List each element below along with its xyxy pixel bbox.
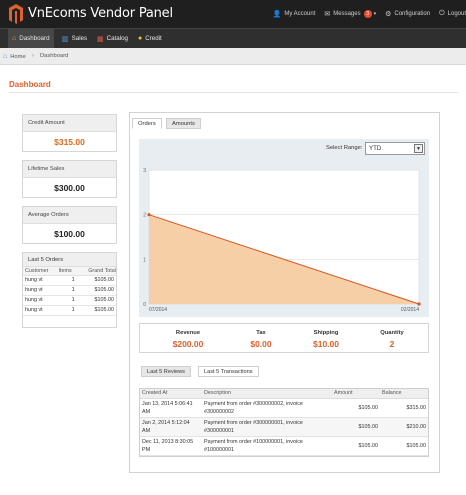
table-row[interactable]: Jan 13, 2014 5:06:41 AM Payment from orde… [140,398,428,418]
range-select[interactable]: YTD ▼ [365,142,425,155]
my-account-link[interactable]: 👤 My Account [273,10,316,18]
envelope-icon: ✉ [324,11,331,18]
summary-revenue: Revenue $200.00 [172,330,204,349]
breadcrumb-current: Dashboard [40,53,69,59]
tab-last-transactions[interactable]: Last 5 Transactions [198,366,259,377]
coin-icon: ● [138,35,143,42]
column-header: Created At [140,389,202,399]
bar-chart-icon: ▥ [62,35,69,43]
orders-chart-svg: 0 1 2 3 07/2014 02/2014 [143,168,421,313]
credit-amount-card: Credit Amount $315.00 [22,114,117,152]
magento-logo-icon [9,4,23,24]
nav-sales[interactable]: ▥ Sales [58,29,91,48]
select-range-label: Select Range: [326,145,363,151]
page-title: Dashboard [9,80,51,89]
summary-quantity: Quantity 2 [380,330,404,349]
data-point [147,213,151,217]
app-title: VnEcoms Vendor Panel [28,6,173,21]
y-tick-label: 1 [143,257,146,263]
messages-count-badge: 3 [363,10,372,18]
column-header: Balance [380,389,428,399]
x-tick-label: 07/2014 [149,307,167,313]
transactions-table: Created At Description Amount Balance Ja… [140,389,428,456]
last-orders-panel: Last 5 Orders Customer Items Grand Total… [22,252,117,328]
nav-catalog[interactable]: ▦ Catalog [93,29,132,48]
stat-value: $315.00 [54,137,85,147]
orders-chart: 0 1 2 3 07/2014 02/2014 [139,162,429,317]
chevron-down-icon: ▼ [414,144,423,153]
chevron-right-icon: › [32,53,34,59]
summary-shipping: Shipping $10.00 [313,330,339,349]
main-nav: ⌂ Dashboard ▥ Sales ▦ Catalog ● Credit [0,28,466,48]
table-row[interactable]: hung vt 1 $105.00 [23,285,116,296]
nav-dashboard[interactable]: ⌂ Dashboard [8,29,54,48]
stat-value: $100.00 [54,229,85,239]
y-tick-label: 3 [143,168,146,174]
top-links: 👤 My Account ✉ Messages 3 ▾ ⚙ Configurat… [264,10,466,18]
table-row[interactable]: hung vt 1 $105.00 [23,305,116,316]
table-row[interactable]: hung vt 1 $105.00 [23,275,116,286]
gear-icon: ⚙ [385,11,392,18]
column-header: Customer [23,267,57,276]
average-orders-card: Average Orders $100.00 [22,206,117,244]
messages-link[interactable]: ✉ Messages 3 ▾ [324,10,376,18]
chevron-down-icon: ▾ [373,11,377,17]
y-tick-label: 2 [143,213,146,219]
tab-orders[interactable]: Orders [132,118,162,129]
home-icon: ⌂ [3,53,8,60]
table-row[interactable]: Jan 2, 2014 5:12:04 AM Payment from order… [140,417,428,437]
column-header: Items [56,267,77,276]
y-tick-label: 0 [143,302,146,308]
stat-value: $300.00 [54,183,85,193]
breadcrumb: ⌂ Home › Dashboard [0,48,466,65]
stat-label: Credit Amount [23,115,116,132]
lifetime-sales-card: Lifetime Sales $300.00 [22,160,117,198]
top-header: VnEcoms Vendor Panel 👤 My Account ✉ Mess… [0,0,466,28]
table-row[interactable]: Dec 11, 2013 8:30:05 PM Payment from orde… [140,436,428,456]
logout-link[interactable]: ⏻ Logout [439,10,466,18]
data-point [417,302,421,306]
table-row[interactable]: hung vt 1 $105.00 [23,295,116,306]
column-header: Description [202,389,332,399]
power-icon: ⏻ [439,10,445,17]
summary-tax: Tax $0.00 [250,330,272,349]
stat-label: Average Orders [23,207,116,224]
x-tick-label: 02/2014 [401,307,419,313]
panel-title: Last 5 Orders [23,253,116,267]
nav-credit[interactable]: ● Credit [134,29,166,48]
grid-icon: ▦ [97,35,104,43]
transactions-panel: Created At Description Amount Balance Ja… [139,388,429,457]
stat-label: Lifetime Sales [23,161,116,178]
column-header: Amount [332,389,380,399]
user-icon: 👤 [272,11,282,18]
tab-amounts[interactable]: Amounts [166,118,201,129]
summary-box: Revenue $200.00 Tax $0.00 Shipping $10.0… [139,323,429,353]
last-orders-table: Customer Items Grand Total hung vt 1 $10… [23,267,116,316]
column-header: Grand Total [76,267,116,276]
tab-last-reviews[interactable]: Last 5 Reviews [141,366,191,377]
divider [9,92,458,93]
configuration-link[interactable]: ⚙ Configuration [385,10,430,18]
home-icon: ⌂ [12,35,17,42]
breadcrumb-home[interactable]: ⌂ Home [3,53,26,60]
